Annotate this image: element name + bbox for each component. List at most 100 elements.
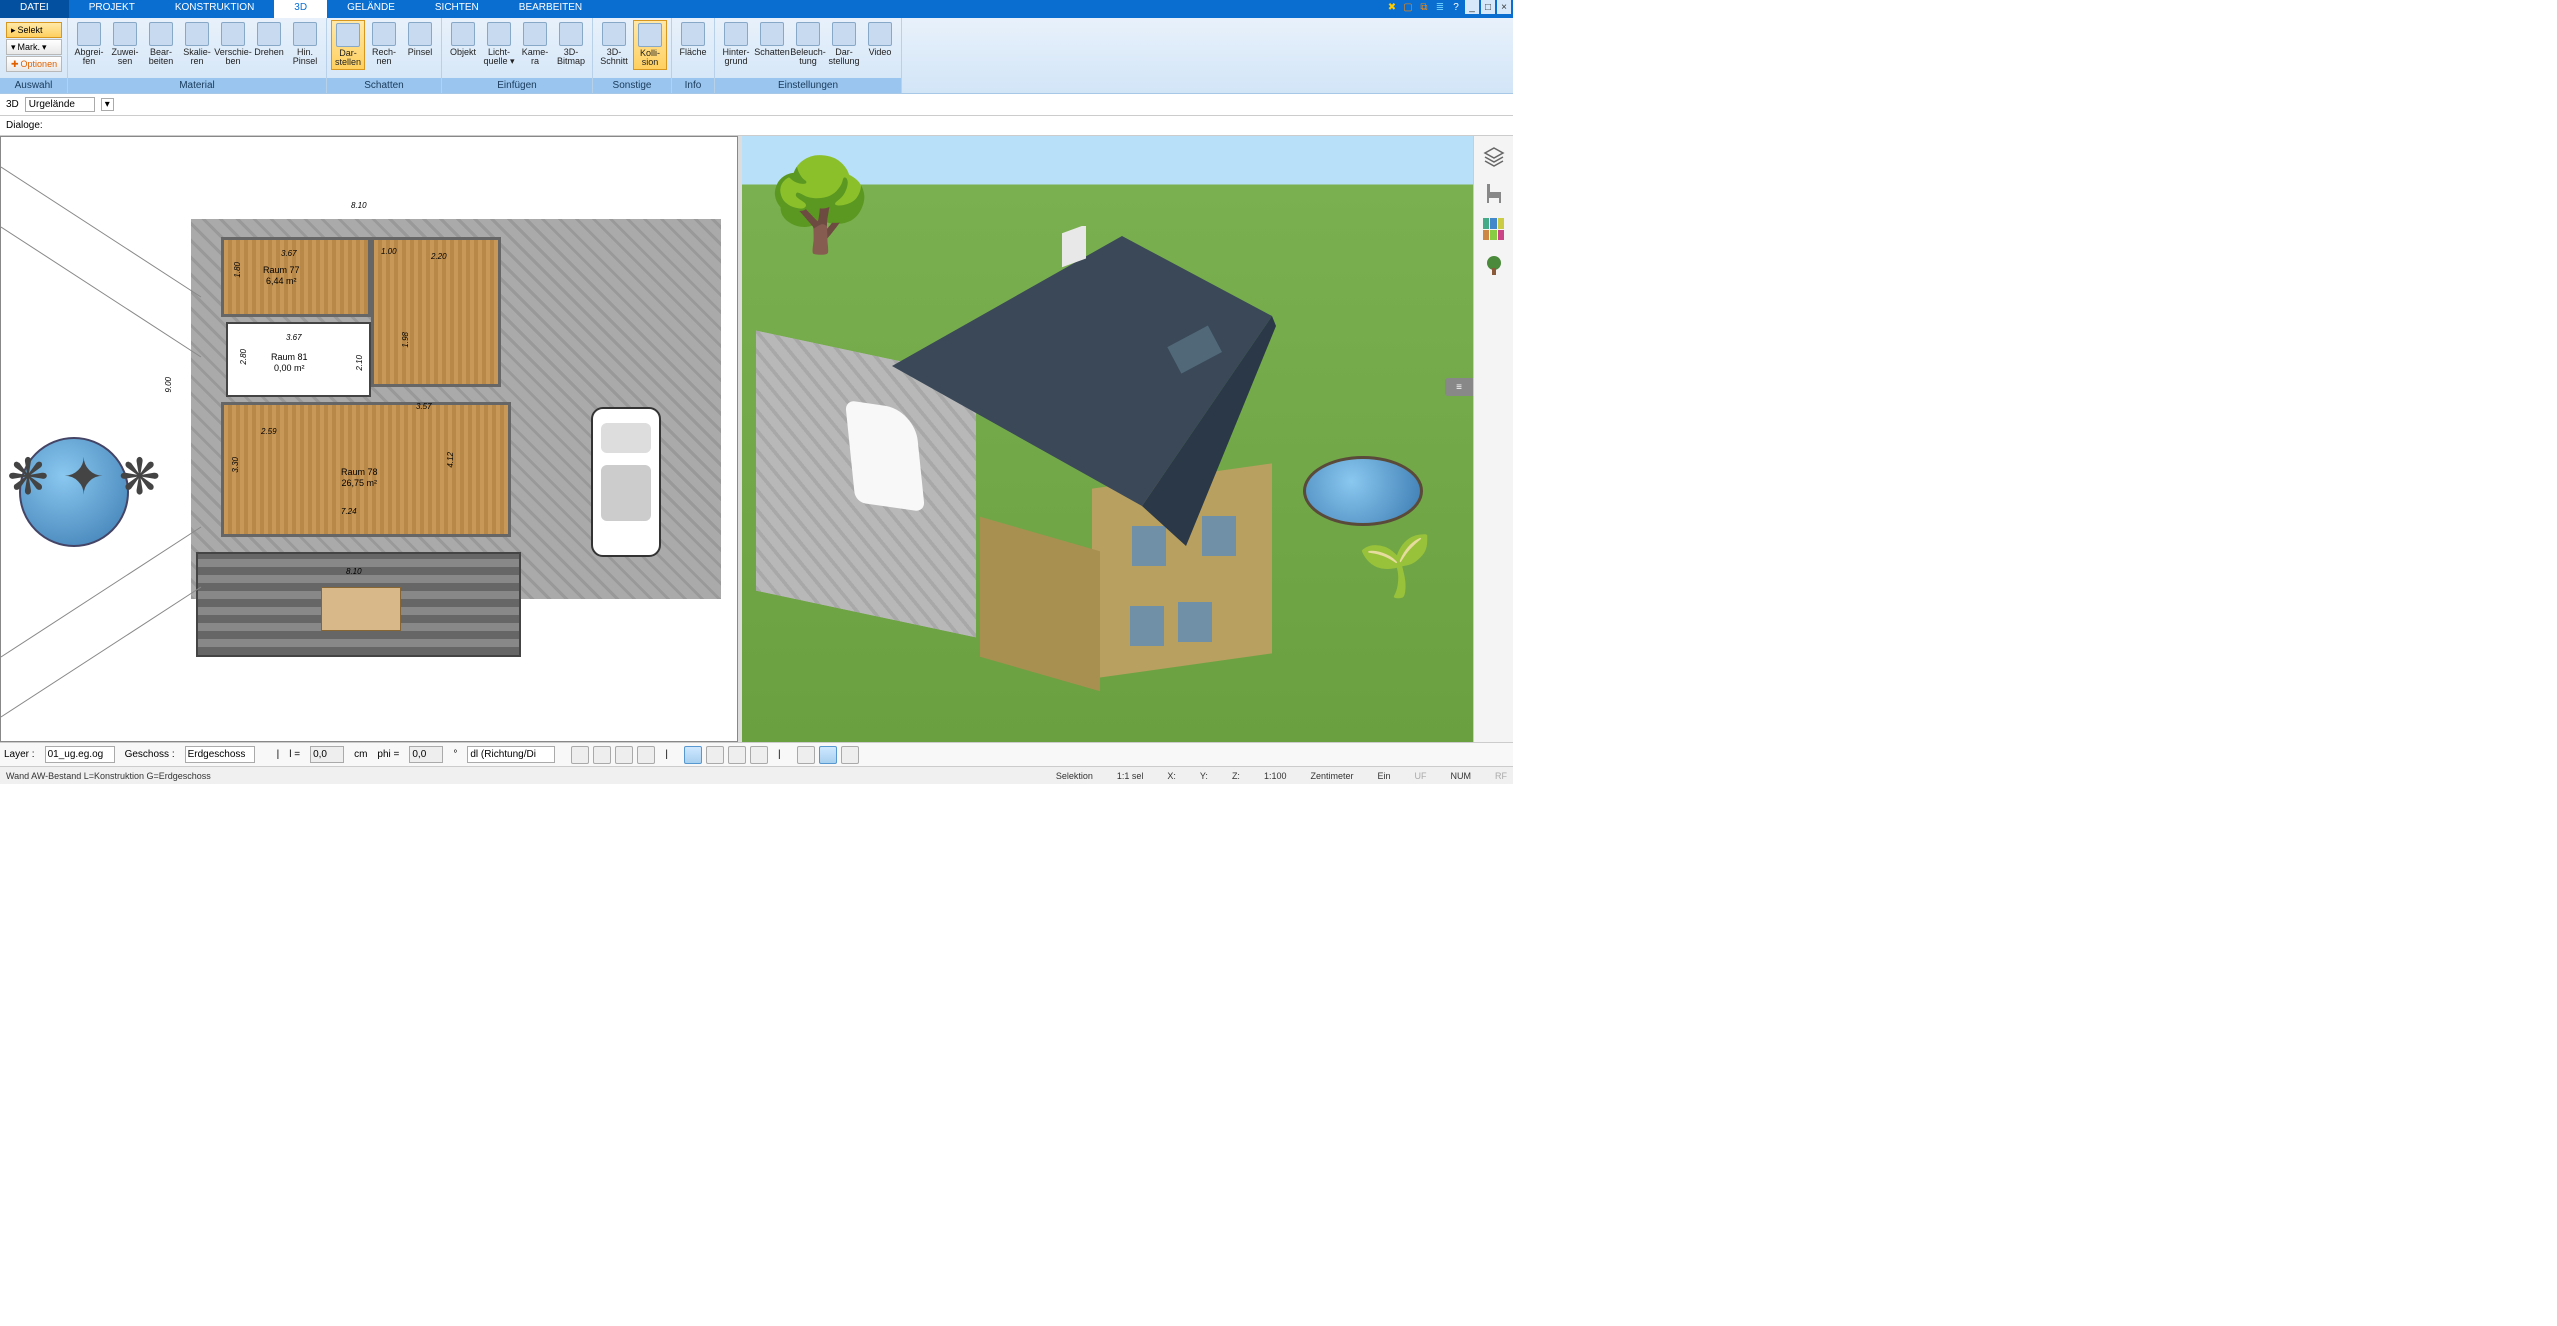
tab-sichten[interactable]: SICHTEN	[415, 0, 499, 18]
tab-gelaende[interactable]: GELÄNDE	[327, 0, 415, 18]
ribbon-flaeche[interactable]: Fläche	[676, 20, 710, 68]
ribbon-darstellung[interactable]: Dar-stellung	[827, 20, 861, 68]
room81-label: Raum 810,00 m²	[271, 352, 308, 374]
view-3d[interactable]: 🌳 🌱 ≡	[742, 136, 1473, 742]
layer-select[interactable]	[45, 746, 115, 763]
ribbon-schnitt3d[interactable]: 3D-Schnitt	[597, 20, 631, 68]
window-3d	[1130, 606, 1164, 646]
dim-280: 2.80	[239, 349, 248, 365]
dim-220: 2.20	[431, 252, 447, 261]
view-2d[interactable]: ❋ ✦ ❋ 8.10 9.00 Raum 776,44 m² 3.67 Raum…	[0, 136, 738, 742]
grid-icon[interactable]	[797, 746, 815, 764]
ribbon-zuweisen[interactable]: Zuwei-sen	[108, 20, 142, 68]
ribbon-verschieben[interactable]: Verschie-ben	[216, 20, 250, 68]
tab-projekt[interactable]: PROJEKT	[69, 0, 155, 18]
tab-konstruktion[interactable]: KONSTRUKTION	[155, 0, 274, 18]
ribbon-hinpinsel[interactable]: Hin.Pinsel	[288, 20, 322, 68]
camera-icon[interactable]	[615, 746, 633, 764]
group-material-label: Material	[68, 78, 326, 93]
box-icon[interactable]: ▢	[1401, 0, 1415, 14]
dim-412: 4.12	[446, 452, 455, 468]
rect-icon[interactable]	[593, 746, 611, 764]
cube-icon[interactable]	[637, 746, 655, 764]
pond-2d[interactable]	[19, 437, 129, 547]
ribbon-schatten2[interactable]: Schatten	[755, 20, 789, 68]
status-x: X:	[1167, 771, 1176, 781]
phi-input[interactable]	[409, 746, 443, 763]
room77-label: Raum 776,44 m²	[263, 265, 300, 287]
car-2d[interactable]	[591, 407, 661, 557]
copy-icon[interactable]: ⧉	[1417, 0, 1431, 14]
ribbon-pinsel[interactable]: Pinsel	[403, 20, 437, 68]
toggle-b[interactable]	[706, 746, 724, 764]
compass-icon[interactable]	[819, 746, 837, 764]
ribbon-hintergrund[interactable]: Hinter-grund	[719, 20, 753, 68]
ribbon-skalieren[interactable]: Skalie-ren	[180, 20, 214, 68]
mark-button[interactable]: ▾Mark.▾	[6, 39, 62, 55]
status-ein: Ein	[1377, 771, 1390, 781]
l-input[interactable]	[310, 746, 344, 763]
tools-icon[interactable]: ✖	[1385, 0, 1399, 14]
ribbon-objekt[interactable]: Objekt	[446, 20, 480, 68]
ribbon-abgreifen[interactable]: Abgrei-fen	[72, 20, 106, 68]
tab-datei[interactable]: DATEI	[0, 0, 69, 18]
layer-combo[interactable]	[25, 97, 95, 112]
status-y: Y:	[1200, 771, 1208, 781]
status-num: NUM	[1451, 771, 1472, 781]
propbar-icons-3	[797, 746, 859, 764]
pond-3d	[1303, 456, 1423, 526]
roof-3d	[862, 226, 1282, 546]
close-button[interactable]: ×	[1497, 0, 1511, 14]
dim-330: 3.30	[231, 457, 240, 473]
toggle-a[interactable]	[684, 746, 702, 764]
info-icon[interactable]	[841, 746, 859, 764]
right-tool-strip	[1473, 136, 1513, 742]
tab-3d[interactable]: 3D	[274, 0, 327, 18]
ribbon-video[interactable]: Video	[863, 20, 897, 68]
context-bar-2: Dialoge:	[0, 116, 1513, 136]
minimize-button[interactable]: _	[1465, 0, 1479, 14]
ribbon-drehen[interactable]: Drehen	[252, 20, 286, 68]
propbar-icons-2	[684, 746, 768, 764]
chair-icon[interactable]	[1483, 182, 1505, 204]
chevron-down-icon[interactable]: ▾	[101, 98, 114, 111]
ribbon-lichtquelle[interactable]: Licht-quelle ▾	[482, 20, 516, 68]
layers-icon[interactable]	[1483, 146, 1505, 168]
layers-icon[interactable]: ≣	[1433, 0, 1447, 14]
l-label: l =	[289, 749, 300, 760]
toggle-c[interactable]	[728, 746, 746, 764]
expand-handle[interactable]: ≡	[1445, 378, 1473, 396]
ribbon-beleuchtung[interactable]: Beleuch-tung	[791, 20, 825, 68]
phi-unit: °	[453, 749, 457, 760]
dl-select[interactable]	[467, 746, 555, 763]
status-selektion: Selektion	[1056, 771, 1093, 781]
maximize-button[interactable]: □	[1481, 0, 1495, 14]
clock-icon[interactable]	[571, 746, 589, 764]
status-bar: Wand AW-Bestand L=Konstruktion G=Erdgesc…	[0, 766, 1513, 784]
layer-label: Layer :	[4, 749, 35, 760]
terrace-furniture	[321, 587, 401, 631]
group-auswahl-label: Auswahl	[0, 78, 67, 93]
ribbon-kamera[interactable]: Kame-ra	[518, 20, 552, 68]
dim-100: 1.00	[381, 247, 397, 256]
ribbon-darstellen[interactable]: Dar-stellen	[331, 20, 365, 70]
dim-367b: 3.67	[286, 333, 302, 342]
palette-icon[interactable]	[1483, 218, 1505, 240]
optionen-button[interactable]: ✚Optionen	[6, 56, 62, 72]
house-3d	[862, 226, 1282, 666]
geschoss-select[interactable]	[185, 746, 255, 763]
selekt-button[interactable]: ▸Selekt	[6, 22, 62, 38]
toggle-d[interactable]	[750, 746, 768, 764]
ribbon-bearbeiten[interactable]: Bear-beiten	[144, 20, 178, 68]
ribbon-kollision[interactable]: Kolli-sion	[633, 20, 667, 70]
dim-terrace: 8.10	[346, 567, 362, 576]
ribbon-rechnen[interactable]: Rech-nen	[367, 20, 401, 68]
help-icon[interactable]: ?	[1449, 0, 1463, 14]
tab-bearbeiten[interactable]: BEARBEITEN	[499, 0, 602, 18]
workspace: ❋ ✦ ❋ 8.10 9.00 Raum 776,44 m² 3.67 Raum…	[0, 136, 1513, 742]
property-bar: Layer : Geschoss : | l = cm phi = ° | |	[0, 742, 1513, 766]
tree-icon[interactable]	[1483, 254, 1505, 276]
dim-width: 8.10	[351, 201, 367, 210]
status-left: Wand AW-Bestand L=Konstruktion G=Erdgesc…	[6, 771, 211, 781]
ribbon-bitmap3d[interactable]: 3D-Bitmap	[554, 20, 588, 68]
